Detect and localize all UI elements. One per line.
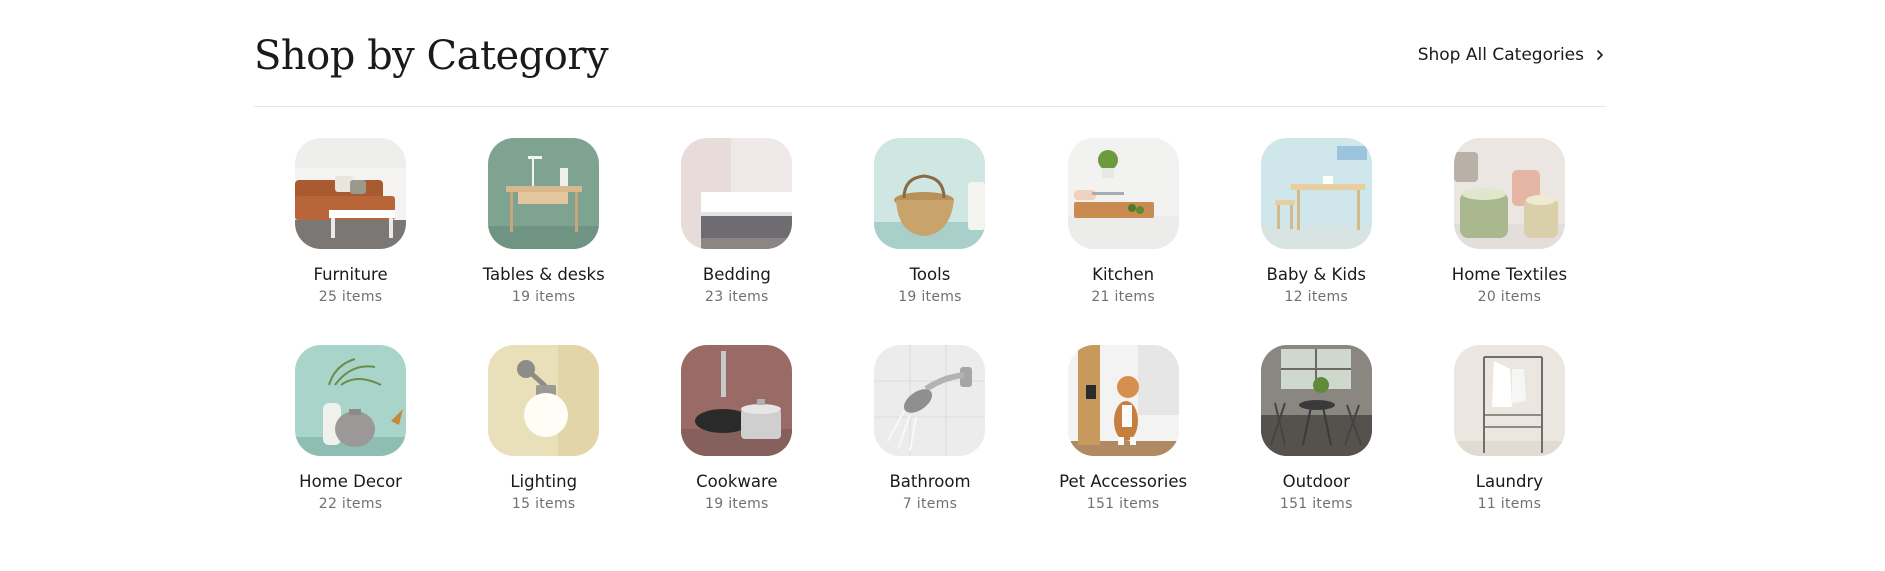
category-name: Kitchen <box>1092 265 1155 284</box>
vases-photo <box>295 345 407 456</box>
category-name: Furniture <box>313 265 388 284</box>
wall-lamp-photo <box>488 345 600 456</box>
category-name: Bathroom <box>889 472 971 491</box>
shop-all-label: Shop All Categories <box>1417 45 1584 65</box>
category-card-laundry[interactable]: Laundry 11 items <box>1413 345 1606 512</box>
category-name: Cookware <box>696 472 778 491</box>
category-name: Laundry <box>1475 472 1544 491</box>
category-count: 12 items <box>1284 289 1349 305</box>
section-header: Shop by Category Shop All Categories <box>254 0 1606 107</box>
shower-head-photo <box>874 345 986 456</box>
category-card-home-decor[interactable]: Home Decor 22 items <box>254 345 447 512</box>
category-name: Tools <box>909 265 951 284</box>
category-card-lighting[interactable]: Lighting 15 items <box>447 345 640 512</box>
cat-scratcher-photo <box>1067 345 1179 456</box>
category-grid: Furniture 25 items Tables & desks 19 ite… <box>254 138 1606 512</box>
desk-photo <box>488 138 600 249</box>
category-card-tools[interactable]: Tools 19 items <box>833 138 1026 305</box>
category-card-bedding[interactable]: Bedding 23 items <box>640 138 833 305</box>
category-count: 21 items <box>1091 289 1155 305</box>
shop-all-categories-link[interactable]: Shop All Categories <box>1418 41 1606 65</box>
chevron-right-icon <box>1597 50 1603 60</box>
category-count: 19 items <box>898 289 962 305</box>
category-card-outdoor[interactable]: Outdoor 151 items <box>1220 345 1413 512</box>
category-name: Home Decor <box>299 472 402 491</box>
category-name: Lighting <box>510 472 578 491</box>
category-card-pet-accessories[interactable]: Pet Accessories 151 items <box>1027 345 1220 512</box>
patio-set-photo <box>1260 345 1372 456</box>
category-card-bathroom[interactable]: Bathroom 7 items <box>833 345 1026 512</box>
kids-table-photo <box>1260 138 1372 249</box>
sofa-photo <box>295 138 407 249</box>
category-count: 20 items <box>1477 289 1542 305</box>
clothes-rack-photo <box>1453 345 1565 456</box>
category-count: 25 items <box>318 289 383 305</box>
section-title: Shop by Category <box>254 33 609 79</box>
cutting-board-photo <box>1067 138 1179 249</box>
category-name: Baby & Kids <box>1266 265 1367 284</box>
pans-photo <box>681 345 793 456</box>
category-count: 151 items <box>1086 496 1160 512</box>
category-card-cookware[interactable]: Cookware 19 items <box>640 345 833 512</box>
category-name: Home Textiles <box>1451 265 1568 284</box>
category-count: 22 items <box>318 496 383 512</box>
category-count: 7 items <box>902 496 958 512</box>
category-count: 23 items <box>705 289 769 305</box>
mattress-photo <box>681 138 793 249</box>
category-name: Pet Accessories <box>1059 472 1188 491</box>
category-count: 11 items <box>1477 496 1542 512</box>
category-count: 19 items <box>511 289 576 305</box>
category-name: Outdoor <box>1282 472 1350 491</box>
category-card-tables-desks[interactable]: Tables & desks 19 items <box>447 138 640 305</box>
category-card-kitchen[interactable]: Kitchen 21 items <box>1027 138 1220 305</box>
category-card-home-textiles[interactable]: Home Textiles 20 items <box>1413 138 1606 305</box>
candles-photo <box>1453 138 1565 249</box>
basket-photo <box>874 138 986 249</box>
category-count: 151 items <box>1279 496 1353 512</box>
shop-by-category-section: Shop by Category Shop All Categories Fur… <box>254 0 1606 512</box>
category-card-baby-kids[interactable]: Baby & Kids 12 items <box>1220 138 1413 305</box>
category-card-furniture[interactable]: Furniture 25 items <box>254 138 447 305</box>
category-count: 19 items <box>705 496 769 512</box>
category-name: Bedding <box>702 265 771 284</box>
category-count: 15 items <box>511 496 576 512</box>
category-name: Tables & desks <box>482 265 605 284</box>
